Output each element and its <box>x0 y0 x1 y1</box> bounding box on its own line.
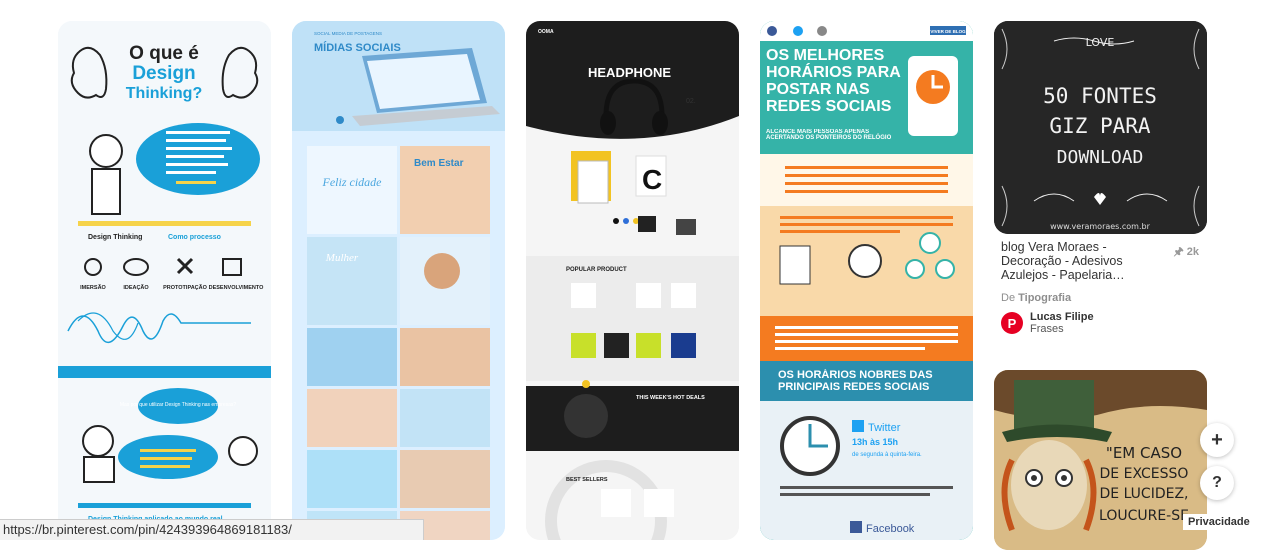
source-link[interactable]: Tipografia <box>1018 292 1071 304</box>
process-accent: Como processo <box>168 234 221 241</box>
hero-title: HEADPHONE <box>588 65 671 80</box>
section-popular: POPULAR PRODUCT <box>566 267 627 273</box>
pin-mad-hatter[interactable]: "EM CASO DE EXCESSO DE LUCIDEZ, LOUCURE-… <box>994 370 1207 550</box>
heading-line2: Design <box>132 63 195 84</box>
plus-button[interactable]: + <box>1200 423 1234 457</box>
quote-line3: DE LUCIDEZ, <box>1100 486 1189 502</box>
pin-source: De Tipografia <box>1001 292 1207 304</box>
heading-line3: Thinking? <box>126 85 202 102</box>
post-bem-estar: Bem Estar <box>414 158 464 169</box>
line2: GIZ PARA <box>1049 114 1151 138</box>
quote-line2: DE EXCESSO <box>1100 466 1189 482</box>
love-text: LOVE <box>1086 36 1115 49</box>
section-title: OS HORÁRIOS NOBRES DAS PRINCIPAIS REDES … <box>778 369 933 393</box>
pin-title[interactable]: blog Vera Moraes - Decoração - Adesivos … <box>1001 240 1151 282</box>
line1: 50 FONTES <box>1043 84 1157 108</box>
plus-icon: + <box>1211 428 1223 451</box>
quote-line4: LOUCURE-SE <box>1099 508 1189 524</box>
help-icon: ? <box>1212 474 1222 491</box>
pin-meta[interactable]: blog Vera Moraes - Decoração - Adesivos … <box>1001 240 1207 304</box>
question-text: Mas por que utilizar Design Thinking nas… <box>120 402 237 408</box>
step-ideacao: IDEAÇÃO <box>123 284 149 291</box>
heading: MÍDIAS SOCIAIS <box>314 41 401 54</box>
step-imersao: IMERSÃO <box>80 284 106 291</box>
step-prototipacao: PROTOTIPAÇÃO <box>163 284 208 291</box>
pin-saves-icon: 🖈 <box>1173 246 1184 258</box>
post-feliz-cidade: Feliz cidade <box>322 175 383 189</box>
board-name[interactable]: Frases <box>1030 323 1094 335</box>
pin-design-thinking[interactable]: O que é Design Thinking? Design Thinking… <box>58 21 271 540</box>
user-name[interactable]: Lucas Filipe <box>1030 311 1094 323</box>
svg-text:C: C <box>642 164 662 195</box>
badge-text: VIVER DE BLOG <box>930 29 966 34</box>
heading-small: SOCIAL MEDIA DE POSTAGENS <box>314 31 382 36</box>
twitter-days: de segunda à quinta-feira. <box>852 452 922 458</box>
pin-user[interactable]: P Lucas Filipe Frases <box>1001 311 1094 335</box>
step-desenvolvimento: DESENVOLVIMENTO <box>209 285 265 291</box>
pin-midias-sociais[interactable]: SOCIAL MEDIA DE POSTAGENS MÍDIAS SOCIAIS… <box>292 21 505 540</box>
quote-line1: "EM CASO <box>1106 444 1182 462</box>
subline: ALCANCE MAIS PESSOAS APENAS ACERTANDO OS… <box>766 129 892 141</box>
twitter-time: 13h às 15h <box>852 437 898 447</box>
twitter-label: Twitter <box>868 422 901 434</box>
pin-saves-count: 2k <box>1186 246 1199 258</box>
pin-fontes-giz[interactable]: LOVE 50 FONTES GIZ PARA DOWNLOAD www.ver… <box>994 21 1207 234</box>
facebook-label: Facebook <box>866 523 915 535</box>
avatar[interactable]: P <box>1001 312 1023 334</box>
line3: DOWNLOAD <box>1057 147 1144 168</box>
privacy-link[interactable]: Privacidade <box>1183 514 1255 530</box>
section-deals: THIS WEEK'S HOT DEALS <box>636 395 705 401</box>
heading-line1: O que é <box>129 43 199 64</box>
section-best: BEST SELLERS <box>566 477 608 483</box>
pin-saves: 🖈 2k <box>1174 243 1200 262</box>
brand: OOMA <box>538 29 554 35</box>
source-prefix: De <box>1001 292 1016 304</box>
post-mulher: Mulher <box>325 252 359 264</box>
pin-horarios-redes[interactable]: VIVER DE BLOG OS MELHORES HORÁRIOS PARA … <box>760 21 973 540</box>
process-label: Design Thinking <box>88 234 142 241</box>
help-button[interactable]: ? <box>1200 466 1234 500</box>
pin-headphone-store[interactable]: OOMA HEADPHONE 02. C POPULAR PRODUCT THI… <box>526 21 739 540</box>
site-text: www.veramoraes.com.br <box>1050 222 1151 231</box>
status-bar-url: https://br.pinterest.com/pin/42439396486… <box>0 519 424 540</box>
headline: OS MELHORES HORÁRIOS PARA POSTAR NAS RED… <box>766 47 901 115</box>
page-num: 02. <box>686 98 696 105</box>
